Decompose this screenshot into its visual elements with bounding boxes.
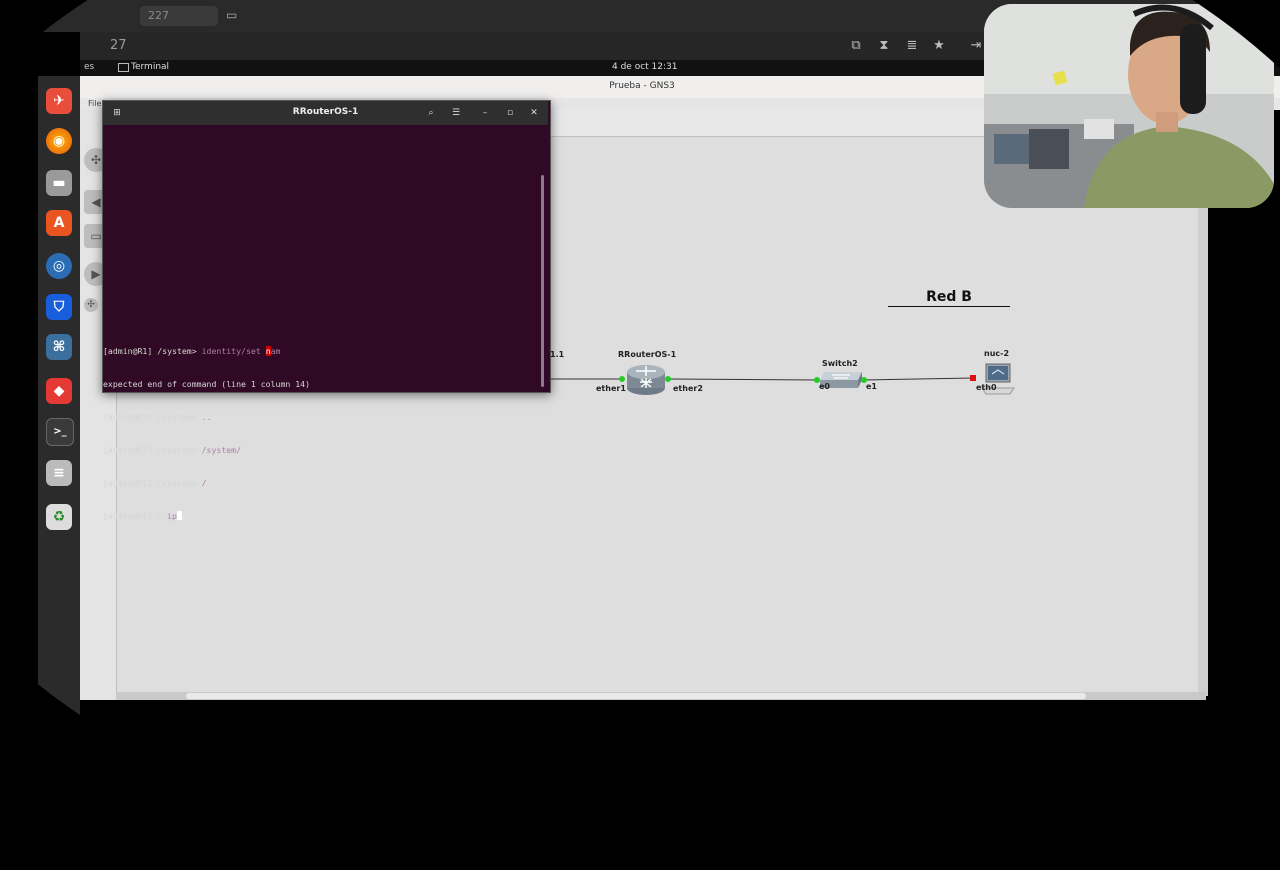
link-status-down-eth0: [970, 375, 976, 381]
terminal-line: [admin@R1] /system> /system/: [103, 445, 242, 455]
firefox-icon[interactable]: ◉: [46, 128, 72, 154]
database-icon[interactable]: ≣: [904, 38, 920, 54]
star-icon[interactable]: ★: [931, 38, 947, 54]
terminal-line: [admin@R1] > ip: [103, 511, 543, 522]
path-fragment: 27: [110, 38, 127, 53]
close-icon[interactable]: ✕: [527, 106, 541, 120]
link-router-switch: [669, 378, 819, 381]
text-editor-icon[interactable]: ≡: [46, 460, 72, 486]
terminal-line: expected end of command (line 1 column 1…: [103, 379, 311, 389]
python-icon[interactable]: ⌘: [46, 334, 72, 360]
host-name: nuc-2: [984, 349, 1010, 358]
router-name: RRouterOS-1: [618, 350, 677, 359]
scrollbar-thumb[interactable]: [186, 693, 1086, 699]
partial-ip-label: 1.1: [550, 350, 565, 359]
terminal-icon[interactable]: >_: [46, 418, 74, 446]
link-switch-host: [863, 377, 975, 381]
terminal-app-icon: [118, 63, 129, 72]
webcam-overlay: [984, 4, 1274, 208]
files-icon[interactable]: ▬: [46, 170, 72, 196]
maximize-icon[interactable]: ▫: [503, 106, 517, 120]
screen-share-icon[interactable]: ⧉: [848, 38, 864, 54]
clock[interactable]: 4 de oct 12:31: [612, 62, 677, 72]
hourglass-icon[interactable]: ⧗: [876, 38, 892, 54]
anydesk-icon[interactable]: ◆: [46, 378, 72, 404]
router-if-ether1: ether1: [596, 384, 626, 393]
search-icon[interactable]: ⌕: [424, 106, 438, 120]
monitor-icon[interactable]: ▭: [226, 8, 242, 22]
app-center-icon[interactable]: A: [46, 210, 72, 236]
terminal-output[interactable]: [admin@R1] /system> identity/set nam exp…: [103, 324, 543, 533]
switch-if-e0: e0: [819, 382, 830, 391]
activities-button[interactable]: es: [84, 62, 94, 72]
canvas-vertical-scrollbar[interactable]: [1198, 136, 1208, 696]
browser-tab[interactable]: 227: [140, 6, 218, 26]
bitwarden-icon[interactable]: ⛉: [46, 294, 72, 320]
switch-name: Switch2: [822, 359, 858, 368]
terminal-line: [admin@R1] /system> ..: [103, 412, 212, 422]
link-status-up-ether1: [619, 376, 625, 382]
group-underline: [888, 306, 1010, 307]
network-tool-icon[interactable]: ◎: [46, 253, 72, 279]
menu-icon[interactable]: ☰: [449, 106, 463, 120]
trash-icon[interactable]: ♻: [46, 504, 72, 530]
switch-if-e1: e1: [866, 382, 877, 391]
terminal-line: [admin@R1] /system> /: [103, 478, 207, 488]
group-label-red-b: Red B: [926, 289, 972, 305]
minimize-icon[interactable]: –: [478, 106, 492, 120]
export-icon[interactable]: ⇥: [968, 38, 984, 54]
router-node-icon[interactable]: [626, 362, 666, 396]
menu-file[interactable]: File: [88, 99, 101, 108]
router-if-ether2: ether2: [673, 384, 703, 393]
terminal-cursor: [176, 511, 182, 520]
rocket-icon[interactable]: ✈: [46, 88, 72, 114]
host-if-eth0: eth0: [976, 383, 997, 392]
all-devices-icon[interactable]: ✣: [84, 298, 98, 312]
active-app-name[interactable]: Terminal: [131, 62, 169, 72]
topology-links: [540, 375, 976, 383]
terminal-line: [admin@R1] /system> identity/set nam: [103, 346, 281, 356]
